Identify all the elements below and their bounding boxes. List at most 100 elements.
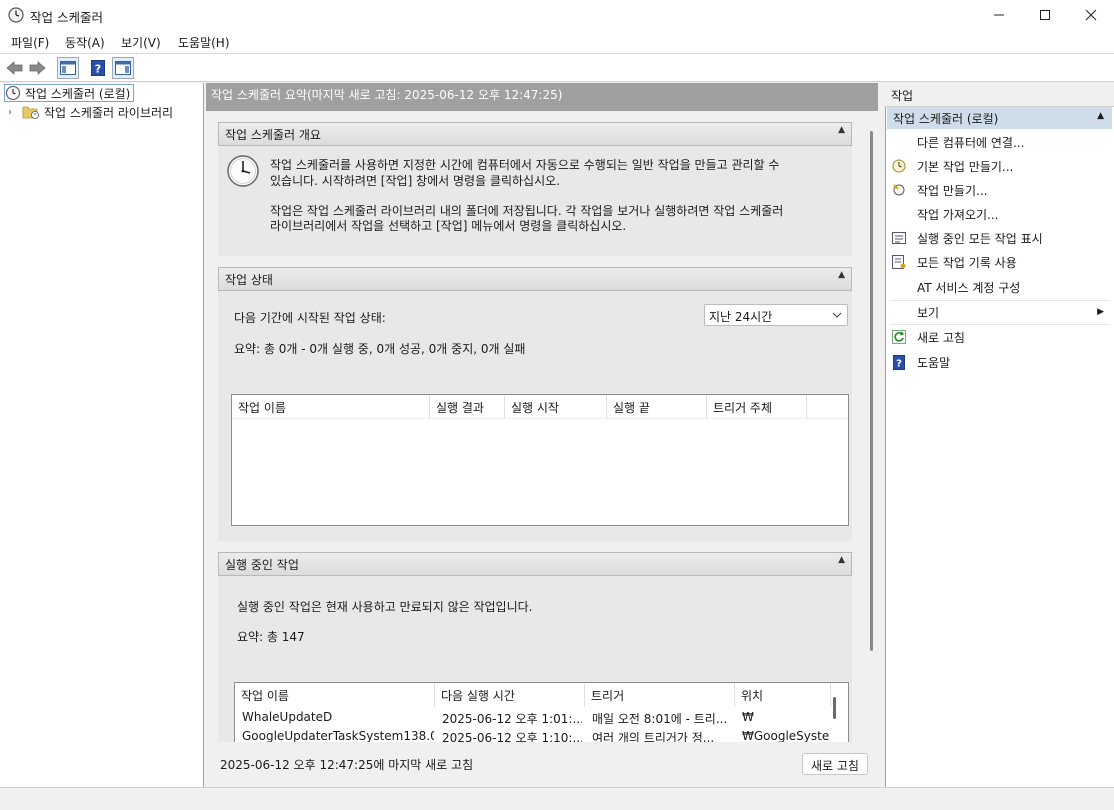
- location-cell: ₩: [742, 710, 754, 724]
- column-header[interactable]: 위치: [735, 683, 831, 707]
- action-label: 새로 고침: [917, 330, 965, 345]
- close-icon: [1085, 9, 1097, 21]
- action-label: 보기: [917, 305, 940, 320]
- column-header[interactable]: 실행 시작: [505, 395, 607, 419]
- menu-bar: 파일(F) 동작(A) 보기(V) 도움말(H): [0, 30, 1114, 54]
- period-select[interactable]: 지난 24시간: [704, 304, 848, 326]
- refresh-button[interactable]: 새로 고침: [802, 753, 868, 775]
- table-row[interactable]: GoogleUpdaterTaskSystem138.0.7... 2025-0…: [235, 727, 835, 742]
- running-tasks-table: 작업 이름 다음 실행 시간 트리거 위치 WhaleUpdateD 2025-…: [234, 682, 849, 742]
- minimize-icon: [994, 14, 1004, 16]
- collapse-icon[interactable]: ▲: [1097, 111, 1104, 121]
- menu-view[interactable]: 보기(V): [121, 34, 161, 51]
- column-header[interactable]: 다음 실행 시간: [435, 683, 585, 707]
- summary-footer: 2025-06-12 오후 12:47:25에 마지막 새로 고침: [206, 742, 878, 787]
- show-hide-action-pane-icon: [115, 61, 131, 75]
- forward-button[interactable]: [26, 57, 48, 79]
- toolbar: ?: [0, 54, 1114, 82]
- folder-clock-icon: [22, 106, 39, 119]
- column-header[interactable]: 작업 이름: [232, 395, 430, 419]
- table-scrollbar[interactable]: [833, 697, 836, 719]
- trigger-cell: 매일 오전 8:01에 - 트리...: [592, 712, 728, 726]
- collapse-icon[interactable]: ▲: [838, 125, 845, 135]
- tree-item-label: 작업 스케줄러 (로컬): [25, 86, 131, 101]
- back-button[interactable]: [4, 57, 26, 79]
- action-import-task[interactable]: 작업 가져오기...: [887, 202, 1112, 226]
- overview-text-line: 작업 스케줄러를 사용하면 지정한 시간에 컴퓨터에서 자동으로 수행되는 일반…: [270, 158, 780, 172]
- section-title: 실행 중인 작업: [225, 558, 299, 572]
- next-run-cell: 2025-06-12 오후 1:01:...: [442, 712, 582, 726]
- table-header: 작업 이름 실행 결과 실행 시작 실행 끝 트리거 주체: [232, 395, 848, 419]
- show-hide-console-tree-button[interactable]: [57, 57, 79, 79]
- scrollbar-thumb[interactable]: [870, 131, 873, 651]
- help-button[interactable]: ?: [87, 57, 109, 79]
- help-icon: ?: [891, 354, 907, 370]
- submenu-arrow-icon: ▶: [1097, 307, 1104, 317]
- task-history-icon: [891, 254, 907, 270]
- column-header[interactable]: 실행 결과: [430, 395, 505, 419]
- actions-title: 작업: [885, 83, 1114, 107]
- overview-text-line: 있습니다. 시작하려면 [작업] 창에서 명령을 클릭하십시오.: [270, 174, 560, 188]
- task-status-section-header[interactable]: 작업 상태 ▲: [218, 267, 852, 291]
- column-header[interactable]: 작업 이름: [235, 683, 435, 707]
- summary-scrollbar[interactable]: [868, 111, 876, 741]
- chevron-right-icon[interactable]: ›: [8, 107, 22, 118]
- table-row[interactable]: WhaleUpdateD 2025-06-12 오후 1:01:... 매일 오…: [235, 708, 835, 726]
- running-tasks-section-body: 실행 중인 작업은 현재 사용하고 만료되지 않은 작업입니다. 요약: 총 1…: [218, 576, 852, 742]
- column-header[interactable]: 트리거: [585, 683, 735, 707]
- task-name-cell: WhaleUpdateD: [242, 710, 333, 724]
- create-task-icon: [891, 182, 907, 198]
- collapse-icon[interactable]: ▲: [838, 270, 845, 280]
- action-refresh[interactable]: 새로 고침: [887, 325, 1112, 349]
- task-scheduler-clock-icon: [8, 7, 24, 23]
- last-refresh-text: 2025-06-12 오후 12:47:25에 마지막 새로 고침: [220, 758, 474, 772]
- back-arrow-icon: [6, 61, 23, 75]
- menu-action[interactable]: 동작(A): [65, 34, 105, 51]
- running-tasks-section-header[interactable]: 실행 중인 작업 ▲: [218, 552, 852, 576]
- actions-group-header[interactable]: 작업 스케줄러 (로컬) ▲: [887, 107, 1112, 129]
- refresh-icon: [891, 329, 907, 345]
- action-show-running-tasks[interactable]: 실행 중인 모든 작업 표시: [887, 226, 1112, 250]
- period-select-value: 지난 24시간: [709, 310, 773, 324]
- window-title: 작업 스케줄러: [30, 10, 103, 25]
- overview-section-header[interactable]: 작업 스케줄러 개요 ▲: [218, 122, 852, 146]
- menu-help[interactable]: 도움말(H): [178, 34, 230, 51]
- action-label: AT 서비스 계정 구성: [917, 280, 1021, 295]
- close-button[interactable]: [1068, 0, 1114, 30]
- status-bar: [0, 787, 1114, 810]
- task-status-section-body: 다음 기간에 시작된 작업 상태: 지난 24시간 요약: 총 0개 - 0개 …: [218, 291, 852, 541]
- svg-text:?: ?: [896, 358, 902, 369]
- console-tree: 작업 스케줄러 (로컬) › 작업 스케줄러 라이브러리: [0, 83, 204, 787]
- action-configure-at-service[interactable]: AT 서비스 계정 구성: [887, 275, 1112, 299]
- menu-file[interactable]: 파일(F): [11, 34, 49, 51]
- action-label: 다른 컴퓨터에 연결...: [917, 135, 1025, 150]
- action-help[interactable]: ? 도움말: [887, 350, 1112, 374]
- title-bar: 작업 스케줄러: [0, 0, 1114, 30]
- help-icon: ?: [91, 60, 105, 76]
- period-label: 다음 기간에 시작된 작업 상태:: [234, 311, 386, 325]
- collapse-icon[interactable]: ▲: [838, 555, 845, 565]
- forward-arrow-icon: [29, 61, 46, 75]
- actions-group-title: 작업 스케줄러 (로컬): [893, 112, 999, 126]
- maximize-icon: [1040, 10, 1050, 20]
- column-header[interactable]: 실행 끝: [607, 395, 707, 419]
- tree-item-task-scheduler-library[interactable]: › 작업 스케줄러 라이브러리: [8, 103, 173, 121]
- action-create-task[interactable]: 작업 만들기...: [887, 178, 1112, 202]
- action-create-basic-task[interactable]: 기본 작업 만들기...: [887, 154, 1112, 178]
- trigger-cell: 여러 개의 트리거가 정...: [592, 731, 715, 742]
- section-title: 작업 상태: [225, 273, 273, 287]
- summary-header: 작업 스케줄러 요약(마지막 새로 고침: 2025-06-12 오후 12:4…: [206, 83, 878, 111]
- section-title: 작업 스케줄러 개요: [225, 128, 321, 142]
- action-label: 모든 작업 기록 사용: [917, 255, 1017, 270]
- action-label: 실행 중인 모든 작업 표시: [917, 231, 1043, 246]
- tree-item-task-scheduler-local[interactable]: 작업 스케줄러 (로컬): [4, 84, 135, 102]
- minimize-button[interactable]: [976, 0, 1022, 30]
- action-view[interactable]: 보기 ▶: [887, 300, 1112, 324]
- action-enable-task-history[interactable]: 모든 작업 기록 사용: [887, 250, 1112, 274]
- running-tasks-summary: 요약: 총 147: [237, 630, 305, 644]
- task-status-summary: 요약: 총 0개 - 0개 실행 중, 0개 성공, 0개 중지, 0개 실패: [234, 342, 526, 356]
- column-header[interactable]: 트리거 주체: [707, 395, 807, 419]
- show-hide-action-pane-button[interactable]: [112, 57, 134, 79]
- action-connect-computer[interactable]: 다른 컴퓨터에 연결...: [887, 130, 1112, 154]
- maximize-button[interactable]: [1022, 0, 1068, 30]
